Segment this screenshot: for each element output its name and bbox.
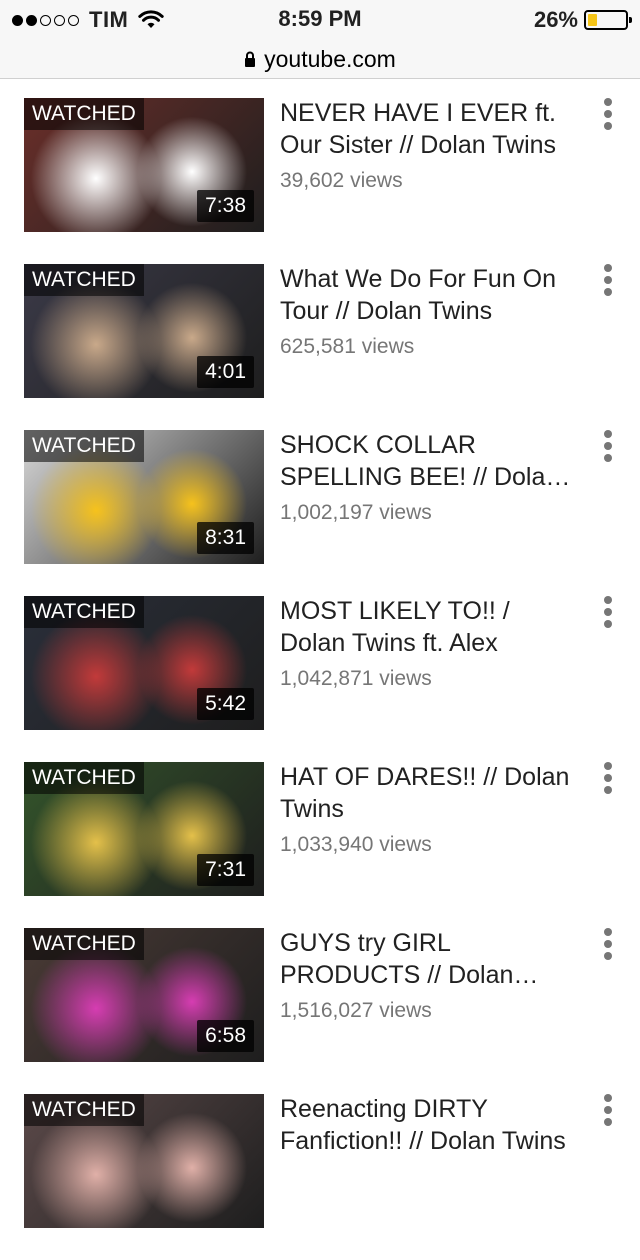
video-title[interactable]: SHOCK COLLAR SPELLING BEE! // Dolan Twin…: [280, 429, 580, 493]
more-options-dot: [604, 264, 612, 272]
more-options-dot: [604, 620, 612, 628]
more-options-dot: [604, 1106, 612, 1114]
lock-icon: [245, 51, 256, 67]
more-options-dot: [604, 98, 612, 106]
video-thumbnail[interactable]: WATCHED 4:01: [24, 264, 264, 398]
duration-badge: 6:58: [197, 1020, 254, 1052]
video-thumbnail[interactable]: WATCHED 8:31: [24, 430, 264, 564]
more-options-dot: [604, 952, 612, 960]
watched-badge: WATCHED: [24, 430, 144, 462]
more-options-dot: [604, 940, 612, 948]
video-title[interactable]: NEVER HAVE I EVER ft. Our Sister // Dola…: [280, 97, 580, 161]
more-options-dot: [604, 608, 612, 616]
more-options-dot: [604, 454, 612, 462]
more-options-dot: [604, 1118, 612, 1126]
video-list-item[interactable]: WATCHED 5:42 MOST LIKELY TO!! / Dolan Twin…: [0, 596, 640, 762]
status-bar: TIM 8:59 PM 26%: [0, 0, 640, 40]
video-title[interactable]: GUYS try GIRL PRODUCTS // Dolan Twins: [280, 927, 580, 991]
view-count: 1,033,940 views: [280, 833, 432, 856]
watched-badge: WATCHED: [24, 596, 144, 628]
video-meta: What We Do For Fun On Tour // Dolan Twin…: [280, 263, 580, 361]
video-list-item[interactable]: WATCHED Reenacting DIRTY Fanfiction!! // …: [0, 1094, 640, 1260]
more-options-icon[interactable]: [592, 426, 624, 466]
video-meta: MOST LIKELY TO!! / Dolan Twins ft. Alex 1…: [280, 595, 580, 693]
view-count: 1,002,197 views: [280, 501, 432, 524]
video-thumbnail[interactable]: WATCHED: [24, 1094, 264, 1228]
video-meta: SHOCK COLLAR SPELLING BEE! // Dolan Twin…: [280, 429, 580, 527]
watched-badge: WATCHED: [24, 1094, 144, 1126]
video-thumbnail[interactable]: WATCHED 6:58: [24, 928, 264, 1062]
more-options-dot: [604, 1094, 612, 1102]
more-options-dot: [604, 122, 612, 130]
video-meta: Reenacting DIRTY Fanfiction!! // Dolan T…: [280, 1093, 580, 1157]
duration-badge: 5:42: [197, 688, 254, 720]
video-list-item[interactable]: WATCHED 7:38 NEVER HAVE I EVER ft. Our Sis…: [0, 98, 640, 264]
video-thumbnail[interactable]: WATCHED 5:42: [24, 596, 264, 730]
address-bar[interactable]: youtube.com: [0, 40, 640, 79]
more-options-icon[interactable]: [592, 924, 624, 964]
video-meta: HAT OF DARES!! // Dolan Twins 1,033,940 v…: [280, 761, 580, 859]
video-title[interactable]: What We Do For Fun On Tour // Dolan Twin…: [280, 263, 580, 327]
more-options-icon[interactable]: [592, 1090, 624, 1130]
more-options-dot: [604, 762, 612, 770]
status-right: 26%: [533, 6, 632, 34]
video-meta: NEVER HAVE I EVER ft. Our Sister // Dola…: [280, 97, 580, 195]
watched-badge: WATCHED: [24, 98, 144, 130]
watched-badge: WATCHED: [24, 928, 144, 960]
more-options-icon[interactable]: [592, 592, 624, 632]
video-thumbnail[interactable]: WATCHED 7:38: [24, 98, 264, 232]
video-thumbnail[interactable]: WATCHED 7:31: [24, 762, 264, 896]
video-list-item[interactable]: WATCHED 7:31 HAT OF DARES!! // Dolan Twins…: [0, 762, 640, 928]
video-title[interactable]: Reenacting DIRTY Fanfiction!! // Dolan T…: [280, 1093, 580, 1157]
duration-badge: 4:01: [197, 356, 254, 388]
view-count: 1,516,027 views: [280, 999, 432, 1022]
view-count: 625,581 views: [280, 335, 415, 358]
more-options-dot: [604, 276, 612, 284]
watched-badge: WATCHED: [24, 762, 144, 794]
video-list-item[interactable]: WATCHED 4:01 What We Do For Fun On Tour //…: [0, 264, 640, 430]
view-count: 1,042,871 views: [280, 667, 432, 690]
duration-badge: 8:31: [197, 522, 254, 554]
watched-badge: WATCHED: [24, 264, 144, 296]
video-title[interactable]: MOST LIKELY TO!! / Dolan Twins ft. Alex: [280, 595, 580, 659]
duration-badge: 7:31: [197, 854, 254, 886]
battery-level: [588, 14, 598, 26]
video-list-item[interactable]: WATCHED 8:31 SHOCK COLLAR SPELLING BEE! //…: [0, 430, 640, 596]
more-options-dot: [604, 110, 612, 118]
battery-percentage: 26%: [533, 7, 578, 32]
more-options-icon[interactable]: [592, 758, 624, 798]
video-list-item[interactable]: WATCHED 6:58 GUYS try GIRL PRODUCTS // Dol…: [0, 928, 640, 1094]
more-options-dot: [604, 596, 612, 604]
more-options-icon[interactable]: [592, 260, 624, 300]
more-options-icon[interactable]: [592, 94, 624, 134]
battery-icon: [584, 10, 632, 30]
view-count: 39,602 views: [280, 169, 403, 192]
more-options-dot: [604, 928, 612, 936]
video-meta: GUYS try GIRL PRODUCTS // Dolan Twins 1,5…: [280, 927, 580, 1025]
more-options-dot: [604, 288, 612, 296]
more-options-dot: [604, 786, 612, 794]
more-options-dot: [604, 430, 612, 438]
url-text[interactable]: youtube.com: [264, 46, 396, 73]
video-title[interactable]: HAT OF DARES!! // Dolan Twins: [280, 761, 580, 825]
more-options-dot: [604, 774, 612, 782]
more-options-dot: [604, 442, 612, 450]
duration-badge: 7:38: [197, 190, 254, 222]
